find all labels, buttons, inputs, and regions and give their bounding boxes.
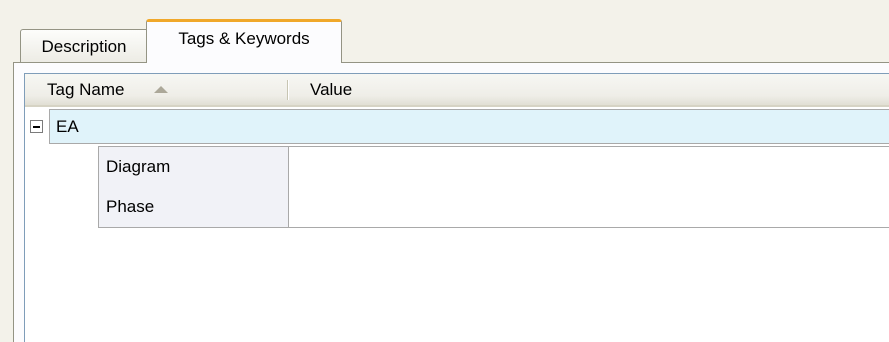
tag-name-cell[interactable]: Phase xyxy=(98,187,289,228)
grid-header: Tag Name Value xyxy=(25,74,889,107)
sort-ascending-icon xyxy=(154,86,169,93)
tag-name-cell[interactable]: Diagram xyxy=(98,146,289,188)
column-header-value-label: Value xyxy=(310,79,353,99)
column-header-tag-name[interactable]: Tag Name xyxy=(25,74,288,105)
table-row[interactable]: Phase xyxy=(98,187,889,229)
tag-name-text: Phase xyxy=(106,197,155,216)
table-row[interactable]: Diagram xyxy=(98,146,889,188)
tags-grid[interactable]: Tag Name Value EA Diagram Phase xyxy=(24,73,889,342)
tab-description[interactable]: Description xyxy=(20,29,148,63)
tab-tags-keywords[interactable]: Tags & Keywords xyxy=(146,19,342,63)
group-row-ea[interactable]: EA xyxy=(25,107,889,146)
tag-value-cell[interactable] xyxy=(288,146,889,188)
group-cell[interactable]: EA xyxy=(49,109,889,144)
tab-description-label: Description xyxy=(41,36,127,56)
collapse-minus-icon[interactable] xyxy=(30,120,43,133)
tab-tags-keywords-label: Tags & Keywords xyxy=(178,28,310,48)
group-name: EA xyxy=(56,116,79,136)
tag-value-cell[interactable] xyxy=(288,187,889,228)
column-header-value[interactable]: Value xyxy=(288,74,889,105)
tag-name-text: Diagram xyxy=(106,157,171,176)
tags-keywords-window: Description Tags & Keywords Tag Name Val… xyxy=(0,0,889,342)
tab-strip: Description Tags & Keywords xyxy=(0,0,889,63)
tab-page: Tag Name Value EA Diagram Phase xyxy=(13,62,889,342)
column-header-tag-name-label: Tag Name xyxy=(47,79,125,99)
